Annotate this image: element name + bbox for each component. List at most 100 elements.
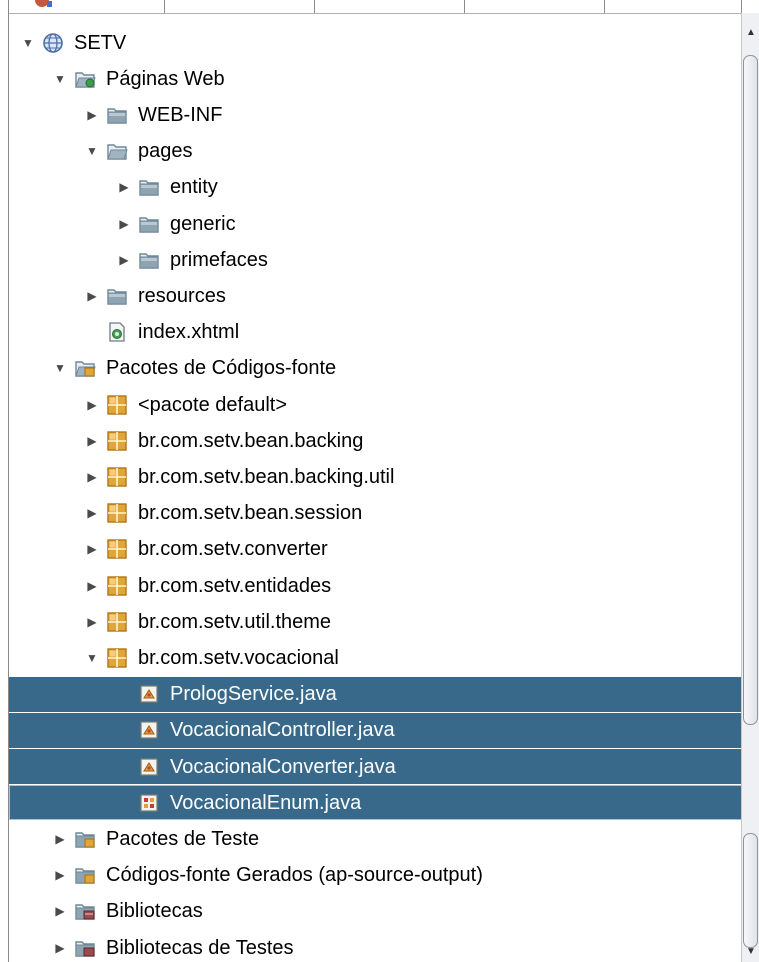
tree-row[interactable]: ▶ br.com.setv.bean.backing.util bbox=[9, 459, 742, 494]
tree-row-label: Códigos-fonte Gerados (ap-source-output) bbox=[106, 864, 483, 887]
header-column-divider bbox=[464, 0, 465, 13]
tree-row-label: br.com.setv.entidades bbox=[138, 574, 332, 597]
source-packages-icon bbox=[74, 357, 96, 379]
tree-row-label: Bibliotecas bbox=[106, 900, 203, 923]
tree-row[interactable]: ▶ generic bbox=[9, 206, 742, 241]
tree-row[interactable]: ▼ Páginas Web bbox=[9, 61, 742, 96]
test-packages-icon bbox=[74, 828, 96, 850]
tree-row-label: Bibliotecas de Testes bbox=[106, 936, 294, 959]
tree-row[interactable]: ▶VocacionalConverter.java bbox=[9, 749, 742, 784]
tree-row-label: Pacotes de Teste bbox=[106, 827, 260, 850]
tree-row[interactable]: ▶ entity bbox=[9, 170, 742, 205]
folder-icon bbox=[106, 104, 128, 126]
folder-icon bbox=[106, 285, 128, 307]
expand-arrow-icon[interactable]: ▶ bbox=[85, 470, 99, 484]
tree-row[interactable]: ▶ br.com.setv.converter bbox=[9, 532, 742, 567]
tree-row-label: pages bbox=[138, 140, 193, 163]
header-column-divider bbox=[164, 0, 165, 13]
tree-row-label: br.com.setv.converter bbox=[138, 538, 328, 561]
tree-row-label: VocacionalController.java bbox=[170, 719, 395, 742]
tree-row[interactable]: ▼ SETV bbox=[9, 25, 742, 60]
project-peek-icon bbox=[35, 0, 52, 7]
expand-arrow-icon[interactable]: ▶ bbox=[53, 868, 67, 882]
tree-row[interactable]: ▶VocacionalEnum.java bbox=[9, 785, 742, 821]
tree-row-label: VocacionalConverter.java bbox=[170, 755, 396, 778]
tree-row[interactable]: ▶ br.com.setv.entidades bbox=[9, 568, 742, 603]
collapse-arrow-icon[interactable]: ▼ bbox=[53, 72, 67, 86]
scrollbar-track-lower[interactable] bbox=[743, 833, 758, 948]
collapse-arrow-icon[interactable]: ▼ bbox=[85, 651, 99, 665]
scroll-down-button[interactable]: ▼ bbox=[743, 942, 759, 960]
tree-row[interactable]: ▶ <pacote default> bbox=[9, 387, 742, 422]
expand-arrow-icon[interactable]: ▶ bbox=[85, 579, 99, 593]
tree-row-label: primefaces bbox=[170, 248, 268, 271]
expand-arrow-icon[interactable]: ▶ bbox=[53, 904, 67, 918]
tree-row[interactable]: ▶ primefaces bbox=[9, 242, 742, 277]
xhtml-file-icon bbox=[106, 321, 128, 343]
folder-icon bbox=[138, 249, 160, 271]
tree-row[interactable]: ▶PrologService.java bbox=[9, 676, 742, 712]
java-enum-icon bbox=[138, 792, 160, 814]
vertical-scrollbar[interactable]: ▲ ▼ bbox=[741, 13, 759, 962]
tree-row[interactable]: ▶VocacionalController.java bbox=[9, 712, 742, 748]
java-class-icon bbox=[138, 683, 160, 705]
tree-row-label: generic bbox=[170, 212, 236, 235]
expand-arrow-icon[interactable]: ▶ bbox=[85, 434, 99, 448]
tree-row-label: br.com.setv.bean.backing.util bbox=[138, 465, 395, 488]
header-column-divider bbox=[604, 0, 605, 13]
expand-arrow-icon[interactable]: ▶ bbox=[117, 253, 131, 267]
package-icon bbox=[106, 611, 128, 633]
generated-sources-icon bbox=[74, 864, 96, 886]
package-icon bbox=[106, 647, 128, 669]
tree-row[interactable]: ▶ br.com.setv.util.theme bbox=[9, 604, 742, 639]
tree-row[interactable]: ▶ Códigos-fonte Gerados (ap-source-output… bbox=[9, 858, 742, 893]
tree-row-label: Pacotes de Códigos-fonte bbox=[106, 357, 337, 380]
java-class-icon bbox=[138, 719, 160, 741]
collapse-arrow-icon[interactable]: ▼ bbox=[53, 361, 67, 375]
expand-arrow-icon[interactable]: ▶ bbox=[53, 832, 67, 846]
package-icon bbox=[106, 538, 128, 560]
tree-row[interactable]: ▶ Bibliotecas bbox=[9, 894, 742, 929]
expand-arrow-icon[interactable]: ▶ bbox=[85, 615, 99, 629]
tree-row-label: <pacote default> bbox=[138, 393, 288, 416]
tree-row[interactable]: ▶ WEB-INF bbox=[9, 97, 742, 132]
libraries-icon bbox=[74, 900, 96, 922]
tree-row-label: index.xhtml bbox=[138, 321, 240, 344]
folder-icon bbox=[138, 213, 160, 235]
tree-row[interactable]: ▼ Pacotes de Códigos-fonte bbox=[9, 351, 742, 386]
expand-arrow-icon[interactable]: ▶ bbox=[85, 398, 99, 412]
expand-arrow-icon[interactable]: ▶ bbox=[85, 542, 99, 556]
package-icon bbox=[106, 466, 128, 488]
expand-arrow-icon[interactable]: ▶ bbox=[117, 180, 131, 194]
expand-arrow-icon[interactable]: ▶ bbox=[53, 941, 67, 955]
tree-row[interactable]: ▼ br.com.setv.vocacional bbox=[9, 640, 742, 675]
tree-row-label: br.com.setv.vocacional bbox=[138, 646, 339, 669]
tree-row[interactable]: ▼ pages bbox=[9, 134, 742, 169]
tree-row[interactable]: ▶index.xhtml bbox=[9, 315, 742, 350]
package-icon bbox=[106, 430, 128, 452]
header-column-divider bbox=[314, 0, 315, 13]
tree-row[interactable]: ▶ Bibliotecas de Testes bbox=[9, 930, 742, 962]
expand-arrow-icon[interactable]: ▶ bbox=[85, 506, 99, 520]
tree-row[interactable]: ▶ br.com.setv.bean.session bbox=[9, 496, 742, 531]
folder-icon bbox=[138, 176, 160, 198]
tree-row[interactable]: ▶ br.com.setv.bean.backing bbox=[9, 423, 742, 458]
collapse-arrow-icon[interactable]: ▼ bbox=[21, 36, 35, 50]
collapse-arrow-icon[interactable]: ▼ bbox=[85, 144, 99, 158]
folder-open-icon bbox=[106, 140, 128, 162]
tree-row-label: SETV bbox=[74, 31, 127, 54]
expand-arrow-icon[interactable]: ▶ bbox=[117, 217, 131, 231]
expand-arrow-icon[interactable]: ▶ bbox=[85, 289, 99, 303]
scroll-up-button[interactable]: ▲ bbox=[743, 23, 759, 41]
tree-row[interactable]: ▶ resources bbox=[9, 278, 742, 313]
java-class-icon bbox=[138, 756, 160, 778]
package-icon bbox=[106, 575, 128, 597]
tree-row-label: PrologService.java bbox=[170, 683, 337, 706]
scrollbar-thumb[interactable] bbox=[743, 55, 758, 725]
expand-arrow-icon[interactable]: ▶ bbox=[85, 108, 99, 122]
package-icon bbox=[106, 394, 128, 416]
tree-row[interactable]: ▶ Pacotes de Teste bbox=[9, 821, 742, 856]
tree-row-label: resources bbox=[138, 284, 226, 307]
tree-row-label: br.com.setv.bean.backing bbox=[138, 429, 364, 452]
tree-row-label: WEB-INF bbox=[138, 103, 223, 126]
